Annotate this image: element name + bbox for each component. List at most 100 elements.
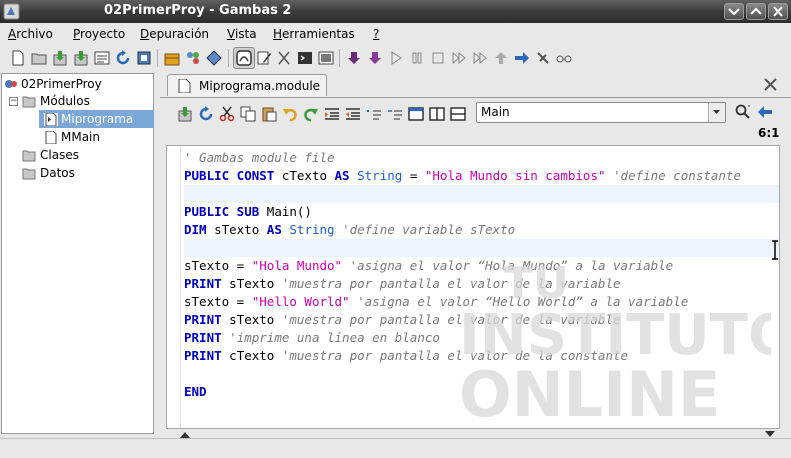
folder-icon [22, 96, 36, 108]
undo-icon[interactable] [282, 106, 298, 122]
code-editor[interactable]: ' Gambas module file PUBLIC CONST cTexto… [166, 145, 780, 429]
step-over-icon[interactable] [367, 50, 383, 66]
scroll-up-arrow-icon[interactable] [180, 431, 190, 438]
code-line: END [184, 384, 207, 399]
project-tree[interactable]: 02PrimerProy − Módulos Miprograma MMain … [1, 73, 154, 434]
uncomment-icon[interactable] [387, 106, 403, 122]
project-icon [5, 80, 17, 88]
new-project-icon[interactable] [10, 50, 26, 66]
menu-vista[interactable]: Vista [227, 27, 257, 41]
tab-miprograma-module[interactable]: Miprograma.module [167, 74, 327, 96]
paste-icon[interactable] [261, 106, 277, 122]
menu-herramientas[interactable]: Herramientas [273, 27, 355, 41]
code-line: PUBLIC SUB Main() [184, 204, 312, 219]
menu-depuracion[interactable]: Depuración [140, 27, 209, 41]
toolbar-separator [157, 49, 158, 67]
close-icon [773, 6, 783, 17]
menu-archivo[interactable]: Archivo [8, 27, 53, 41]
tab-title: Miprograma.module [199, 79, 321, 93]
cut-tool-icon[interactable] [276, 50, 292, 66]
code-line: PRINT 'imprime una línea en blanco [184, 330, 440, 345]
minimize-button[interactable] [724, 3, 744, 20]
split-vertical-icon[interactable] [429, 106, 445, 122]
comment-icon[interactable] [366, 106, 382, 122]
chevron-down-icon [713, 110, 720, 114]
tree-label-mmain: MMain [61, 130, 100, 144]
code-line-current [184, 185, 779, 203]
save-icon[interactable] [177, 106, 193, 122]
code-line: sTexto = "Hola Mundo" 'asigna el valor “… [184, 258, 674, 273]
redo-icon[interactable] [303, 106, 319, 122]
code-lines: ' Gambas module file PUBLIC CONST cTexto… [184, 149, 779, 401]
menu-mnemonic: ? [373, 27, 380, 41]
tree-label-clases: Clases [40, 148, 79, 162]
tree-label-project: 02PrimerProy [21, 77, 102, 91]
indent-icon[interactable] [324, 106, 340, 122]
text-cursor-icon [772, 240, 778, 260]
chevron-down-icon [728, 8, 740, 16]
components-icon[interactable] [185, 50, 201, 66]
step-out-icon[interactable] [493, 50, 509, 66]
toolbar-separator [339, 49, 340, 67]
properties-icon[interactable] [94, 50, 110, 66]
step-forward-icon[interactable] [451, 50, 467, 66]
save-as-icon[interactable] [73, 50, 89, 66]
collapse-toggle[interactable]: − [9, 97, 18, 106]
menu-mnemonic: V [227, 27, 235, 41]
project-view-icon[interactable] [236, 50, 252, 66]
code-line: PRINT cTexto 'muestra por pantalla el va… [184, 348, 629, 363]
editor-gutter[interactable] [167, 146, 181, 428]
tree-label-modulos: Módulos [40, 94, 90, 108]
cursor-position: 6:1 [758, 126, 780, 140]
breakpoint-icon[interactable] [535, 50, 551, 66]
menu-mnemonic: D [140, 27, 150, 41]
code-line: PUBLIC CONST cTexto AS String = "Hola Mu… [184, 168, 741, 183]
tree-label-miprograma: Miprograma [61, 112, 134, 126]
package-icon[interactable] [164, 50, 180, 66]
menu-proyecto[interactable]: Proyecto [73, 27, 125, 41]
edit-icon[interactable] [256, 50, 272, 66]
search-icon[interactable] [735, 104, 751, 120]
chevron-up-icon [750, 7, 762, 15]
procedure-selector[interactable]: Main [476, 102, 726, 123]
scroll-down-arrow-icon[interactable] [765, 431, 775, 438]
image-editor-icon[interactable] [318, 50, 334, 66]
maximize-button[interactable] [746, 3, 766, 20]
reload-icon[interactable] [198, 106, 214, 122]
code-line: PRINT sTexto 'muestra por pantalla el va… [184, 276, 621, 291]
panel-splitter[interactable] [155, 73, 159, 434]
module-file-icon [44, 113, 58, 126]
procedure-selector-value: Main [481, 105, 510, 119]
menu-ayuda[interactable]: ? [373, 27, 379, 41]
fast-forward-icon[interactable] [472, 50, 488, 66]
unindent-icon[interactable] [345, 106, 361, 122]
gambas-app-icon[interactable] [3, 3, 20, 20]
run-to-cursor-icon[interactable] [514, 50, 530, 66]
close-window-button[interactable] [768, 3, 788, 20]
refresh-icon[interactable] [115, 50, 131, 66]
database-icon[interactable] [206, 50, 222, 66]
single-view-icon[interactable] [408, 106, 424, 122]
window-title: 02PrimerProy - Gambas 2 [104, 3, 292, 18]
watch-icon[interactable] [556, 50, 572, 66]
menu-mnemonic: H [273, 27, 283, 41]
copy-icon[interactable] [240, 106, 256, 122]
save-project-icon[interactable] [52, 50, 68, 66]
close-tab-icon[interactable] [764, 78, 777, 91]
terminal-icon[interactable] [297, 50, 313, 66]
tree-label-datos: Datos [40, 166, 75, 180]
run-icon[interactable] [388, 50, 404, 66]
pause-icon[interactable] [409, 50, 425, 66]
cut-icon[interactable] [219, 106, 235, 122]
menu-bar: Archivo Proyecto Depuración Vista Herram… [0, 23, 791, 45]
dropdown-arrow[interactable] [708, 103, 725, 122]
back-arrow-icon[interactable] [757, 104, 773, 120]
split-horizontal-icon[interactable] [450, 106, 466, 122]
open-project-icon[interactable] [31, 50, 47, 66]
toolbar-separator [228, 49, 229, 67]
stop-icon[interactable] [430, 50, 446, 66]
module-file-icon [178, 79, 191, 93]
compile-icon[interactable] [136, 50, 152, 66]
step-into-icon[interactable] [346, 50, 362, 66]
